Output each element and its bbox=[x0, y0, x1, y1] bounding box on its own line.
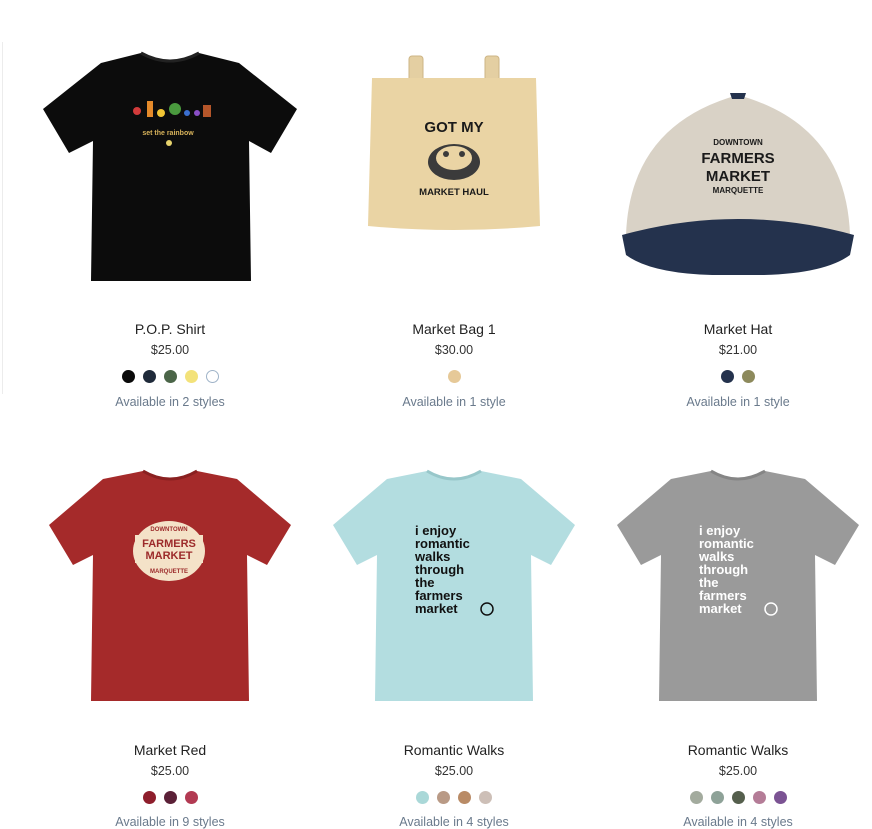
color-swatches bbox=[596, 791, 872, 804]
color-swatch[interactable] bbox=[163, 370, 177, 383]
product-image[interactable]: GOT MY MARKET HAUL bbox=[312, 45, 596, 245]
product-title[interactable]: Market Bag 1 bbox=[312, 321, 596, 337]
product-title[interactable]: Romantic Walks bbox=[596, 742, 872, 758]
color-swatches bbox=[312, 370, 596, 383]
cap-image: DOWNTOWN FARMERS MARKET MARQUETTE bbox=[622, 93, 854, 275]
shirt-art-text: set the rainbow bbox=[142, 130, 194, 137]
product-price: $25.00 bbox=[718, 764, 758, 778]
tote-art-bottom: MARKET HAUL bbox=[419, 187, 489, 198]
left-divider bbox=[2, 42, 3, 394]
color-swatches bbox=[28, 791, 312, 804]
color-swatch[interactable] bbox=[163, 791, 177, 804]
color-swatches bbox=[28, 370, 312, 383]
available-styles-link[interactable]: Available in 4 styles bbox=[312, 815, 596, 829]
product-image[interactable]: DOWNTOWN FARMERS MARKET MARQUETTE bbox=[28, 460, 312, 710]
available-styles-link[interactable]: Available in 9 styles bbox=[28, 815, 312, 829]
shirt-art-line: market bbox=[415, 601, 458, 616]
hat-art-line: DOWNTOWN bbox=[713, 138, 763, 147]
available-styles-link[interactable]: Available in 2 styles bbox=[28, 395, 312, 409]
tote-bag-image: GOT MY MARKET HAUL bbox=[368, 55, 540, 230]
product-image[interactable]: i enjoy romantic walks through the farme… bbox=[312, 460, 596, 710]
light-blue-tshirt-image: i enjoy romantic walks through the farme… bbox=[333, 469, 575, 701]
color-swatch[interactable] bbox=[121, 370, 135, 383]
available-styles-link[interactable]: Available in 4 styles bbox=[596, 815, 872, 829]
product-price: $25.00 bbox=[434, 764, 474, 778]
color-swatch[interactable] bbox=[752, 791, 766, 804]
color-swatch[interactable] bbox=[416, 791, 429, 804]
shirt-art-line: MARQUETTE bbox=[150, 569, 188, 575]
color-swatch[interactable] bbox=[142, 370, 156, 383]
color-swatch[interactable] bbox=[458, 791, 471, 804]
color-swatch[interactable] bbox=[689, 791, 703, 804]
color-swatch[interactable] bbox=[205, 370, 219, 383]
color-swatch[interactable] bbox=[773, 791, 787, 804]
tote-art-top: GOT MY bbox=[424, 119, 483, 136]
product-title[interactable]: Market Hat bbox=[596, 321, 872, 337]
product-image[interactable]: set the rainbow bbox=[28, 40, 312, 290]
product-title[interactable]: Romantic Walks bbox=[312, 742, 596, 758]
color-swatch[interactable] bbox=[710, 791, 724, 804]
color-swatch[interactable] bbox=[184, 370, 198, 383]
product-price: $25.00 bbox=[150, 343, 190, 357]
hat-art-line: MARKET bbox=[706, 168, 770, 185]
hat-art-line: FARMERS bbox=[701, 150, 774, 167]
color-swatch[interactable] bbox=[742, 370, 755, 383]
product-title[interactable]: P.O.P. Shirt bbox=[28, 321, 312, 337]
color-swatch[interactable] bbox=[142, 791, 156, 804]
product-price: $30.00 bbox=[434, 343, 474, 357]
black-tshirt-image: set the rainbow bbox=[43, 51, 297, 281]
product-title[interactable]: Market Red bbox=[28, 742, 312, 758]
color-swatches bbox=[596, 370, 872, 383]
red-tshirt-image: DOWNTOWN FARMERS MARKET MARQUETTE bbox=[49, 469, 291, 701]
available-styles-link[interactable]: Available in 1 style bbox=[312, 395, 596, 409]
shirt-art-line: MARKET bbox=[145, 550, 192, 562]
color-swatch[interactable] bbox=[437, 791, 450, 804]
product-price: $25.00 bbox=[150, 764, 190, 778]
shirt-art-line: DOWNTOWN bbox=[150, 527, 187, 533]
color-swatch[interactable] bbox=[184, 791, 198, 804]
shirt-art-line: FARMERS bbox=[142, 538, 196, 550]
product-image[interactable]: DOWNTOWN FARMERS MARKET MARQUETTE bbox=[596, 80, 872, 280]
hat-art-line: MARQUETTE bbox=[713, 186, 764, 195]
gray-tshirt-image: i enjoy romantic walks through the farme… bbox=[617, 469, 859, 701]
product-price: $21.00 bbox=[718, 343, 758, 357]
color-swatch[interactable] bbox=[731, 791, 745, 804]
available-styles-link[interactable]: Available in 1 style bbox=[596, 395, 872, 409]
product-image[interactable]: i enjoy romantic walks through the farme… bbox=[596, 460, 872, 710]
color-swatch[interactable] bbox=[721, 370, 734, 383]
shirt-art-line: market bbox=[699, 601, 742, 616]
color-swatches bbox=[312, 791, 596, 804]
color-swatch[interactable] bbox=[479, 791, 492, 804]
color-swatch[interactable] bbox=[447, 370, 461, 383]
